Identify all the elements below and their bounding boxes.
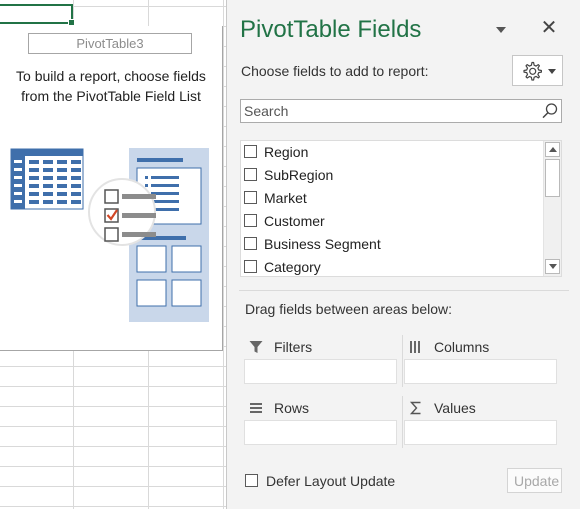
choose-fields-label: Choose fields to add to report: <box>241 63 429 79</box>
chevron-up-icon <box>549 147 557 152</box>
filters-drop-area[interactable] <box>244 359 397 384</box>
pane-title: PivotTable Fields <box>240 16 422 43</box>
drag-fields-label: Drag fields between areas below: <box>245 301 453 317</box>
area-separator <box>402 335 403 387</box>
columns-drop-area[interactable] <box>404 359 557 384</box>
rows-icon <box>250 403 262 413</box>
instructions-line-2: from the PivotTable Field List <box>21 88 201 104</box>
search-icon[interactable] <box>541 102 559 120</box>
field-label: SubRegion <box>264 167 334 183</box>
field-item-category[interactable]: Category <box>241 257 541 276</box>
scroll-thumb[interactable] <box>545 159 560 197</box>
field-checkbox[interactable] <box>244 260 257 273</box>
chevron-down-icon <box>548 69 556 74</box>
values-label: Values <box>434 400 476 416</box>
defer-layout-checkbox[interactable] <box>245 474 258 487</box>
field-label: Customer <box>264 213 325 229</box>
filter-icon <box>249 341 263 353</box>
sigma-icon <box>409 401 421 415</box>
gear-icon <box>523 61 542 81</box>
field-checkbox[interactable] <box>244 237 257 250</box>
field-item-market[interactable]: Market <box>241 188 541 211</box>
field-item-business-segment[interactable]: Business Segment <box>241 234 541 257</box>
field-label: Market <box>264 190 307 206</box>
field-item-subregion[interactable]: SubRegion <box>241 165 541 188</box>
instructions-line-1: To build a report, choose fields <box>16 68 206 84</box>
rows-label: Rows <box>274 400 310 416</box>
pane-options-dropdown-icon[interactable] <box>496 27 506 33</box>
scroll-down-button[interactable] <box>545 259 560 274</box>
field-label: Region <box>264 144 309 160</box>
update-button[interactable]: Update <box>507 468 562 493</box>
field-checkbox[interactable] <box>244 168 257 181</box>
defer-layout-label: Defer Layout Update <box>266 473 396 489</box>
rows-drop-area[interactable] <box>244 420 397 445</box>
field-list[interactable]: Region SubRegion Market Customer Busines… <box>240 140 562 277</box>
area-separator <box>402 396 403 448</box>
search-box[interactable] <box>240 99 562 123</box>
pivottable-fields-pane: PivotTable Fields ✕ Choose fields to add… <box>226 0 580 509</box>
columns-icon <box>410 341 420 353</box>
scroll-up-button[interactable] <box>545 142 560 157</box>
field-checkbox[interactable] <box>244 191 257 204</box>
pivot-table-placeholder[interactable]: PivotTable3 To build a report, choose fi… <box>0 26 223 351</box>
field-checkbox[interactable] <box>244 145 257 158</box>
pivot-field-list-illustration <box>10 148 209 322</box>
values-drop-area[interactable] <box>404 420 557 445</box>
field-label: Business Segment <box>264 236 381 252</box>
worksheet-grid[interactable]: PivotTable3 To build a report, choose fi… <box>0 0 226 509</box>
search-input[interactable] <box>241 100 539 122</box>
field-item-region[interactable]: Region <box>241 142 541 165</box>
field-label: Category <box>264 259 321 275</box>
field-item-customer[interactable]: Customer <box>241 211 541 234</box>
filters-label: Filters <box>274 339 313 355</box>
columns-label: Columns <box>434 339 490 355</box>
field-checkbox[interactable] <box>244 214 257 227</box>
close-icon[interactable]: ✕ <box>539 16 559 40</box>
active-cell[interactable] <box>0 4 75 26</box>
tools-settings-button[interactable] <box>512 55 563 86</box>
field-list-scrollbar[interactable] <box>543 141 561 276</box>
chevron-down-icon <box>549 264 557 269</box>
pivot-table-name: PivotTable3 <box>28 33 192 54</box>
pane-divider <box>239 290 569 291</box>
pivot-instructions: To build a report, choose fields from th… <box>4 66 218 106</box>
fill-handle[interactable] <box>68 19 75 26</box>
